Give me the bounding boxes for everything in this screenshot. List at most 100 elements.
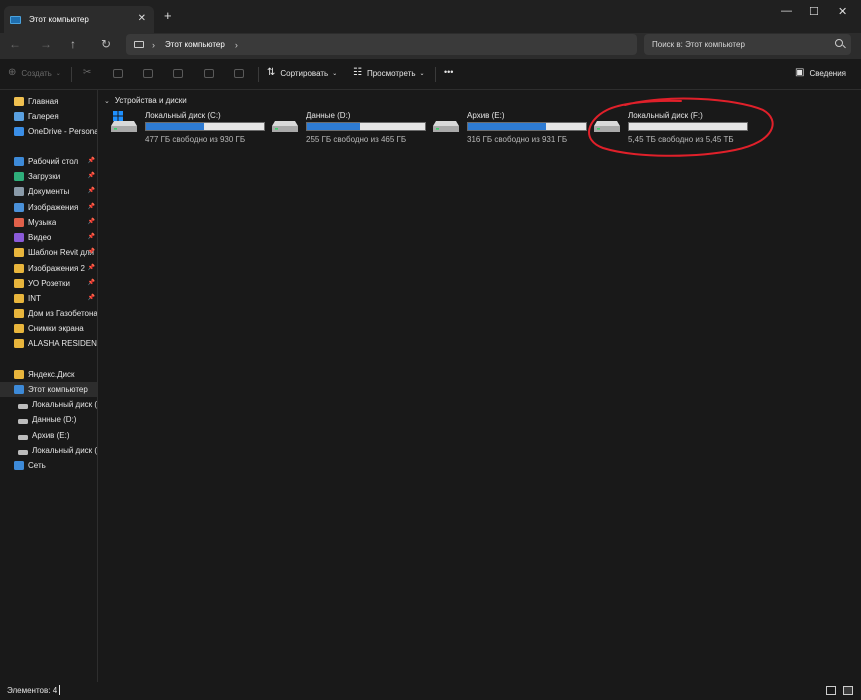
view-icon: ☷ [353, 67, 362, 78]
drive-icon [18, 403, 28, 409]
drive-icon [18, 418, 28, 424]
sidebar-item-label: Шаблон Revit для [28, 248, 94, 257]
sidebar-item[interactable]: Локальный диск (F [0, 443, 98, 458]
forward-button[interactable]: → [40, 37, 52, 51]
pin-icon: 📌 [87, 158, 95, 164]
sidebar-item[interactable]: Яндекс.Диск [0, 367, 97, 382]
minimize-button[interactable]: — [781, 5, 792, 17]
drive-tile[interactable]: Локальный диск (C:) 477 ГБ свободно из 93… [101, 110, 265, 146]
sidebar-item[interactable]: Снимки экрана [0, 321, 97, 336]
sidebar-item-label: ALASHA RESIDENSE [28, 339, 97, 348]
maximize-button[interactable]: ☐ [809, 5, 819, 18]
pin-icon: 📌 [87, 234, 95, 240]
drive-name: Данные (D:) [306, 111, 351, 120]
chevron-right-icon[interactable]: › [235, 40, 238, 50]
sidebar-item[interactable]: Изображения 📌 [0, 200, 97, 215]
sidebar-item[interactable]: Данные (D:) [0, 412, 97, 427]
drive-usage-fill [468, 123, 546, 130]
sidebar-item[interactable]: Изображения 2 📌 [0, 261, 97, 276]
sidebar-item[interactable]: INT 📌 [0, 291, 97, 306]
tiles-view-button[interactable] [843, 686, 853, 695]
hard-drive-icon [433, 121, 459, 132]
sidebar-item[interactable]: Видео 📌 [0, 230, 97, 245]
view-button[interactable]: ☷ Просмотреть ⌄ [353, 68, 425, 78]
sidebar-item[interactable]: Загрузки 📌 [0, 169, 97, 184]
breadcrumb-this-pc[interactable]: Этот компьютер [165, 40, 225, 49]
search-placeholder: Поиск в: Этот компьютер [652, 40, 745, 49]
download-icon [14, 172, 24, 181]
navigation-pane: Главная Галерея OneDrive - Personal Рабочий… [0, 90, 98, 682]
computer-icon [14, 385, 24, 394]
drive-tile[interactable]: Архив (E:) 316 ГБ свободно из 931 ГБ [423, 110, 587, 146]
pin-icon: 📌 [87, 188, 95, 194]
sidebar-item-label: OneDrive - Personal [28, 127, 98, 136]
sort-icon: ⇅ [267, 67, 276, 78]
details-button[interactable]: ▣ Сведения [795, 68, 846, 78]
drive-free-space: 477 ГБ свободно из 930 ГБ [145, 135, 246, 144]
share-button[interactable] [204, 69, 214, 78]
toolbar-divider [435, 67, 436, 82]
search-input[interactable]: Поиск в: Этот компьютер [644, 34, 851, 55]
sidebar-item-label: Данные (D:) [32, 415, 77, 424]
sidebar-item[interactable]: Музыка 📌 [0, 215, 97, 230]
sidebar-item[interactable]: Дом из Газобетона [0, 306, 97, 321]
cut-button[interactable]: ✂ [83, 68, 96, 78]
share-icon [204, 69, 214, 78]
chevron-right-icon[interactable]: › [152, 40, 155, 50]
sidebar-item[interactable]: Шаблон Revit для 📌 [0, 245, 97, 260]
sidebar-item[interactable]: Галерея [0, 109, 97, 124]
more-options-button[interactable]: ••• [444, 67, 453, 77]
sidebar-item[interactable]: Этот компьютер [0, 382, 97, 397]
toolbar-divider [71, 67, 72, 82]
pin-icon: 📌 [87, 219, 95, 225]
copy-button[interactable] [113, 69, 123, 78]
chevron-down-icon: ⌄ [104, 97, 110, 105]
gallery-icon [14, 112, 24, 121]
refresh-button[interactable]: ↻ [101, 37, 111, 51]
sidebar-item[interactable]: Рабочий стол 📌 [0, 154, 97, 169]
sidebar-item[interactable]: Документы 📌 [0, 184, 97, 199]
details-view-button[interactable] [826, 686, 836, 695]
pin-icon: 📌 [87, 249, 95, 255]
drive-tile[interactable]: Данные (D:) 255 ГБ свободно из 465 ГБ [262, 110, 426, 146]
sort-button[interactable]: ⇅ Сортировать ⌄ [267, 68, 337, 78]
rename-icon [173, 69, 183, 78]
sidebar-item[interactable]: УО Розетки 📌 [0, 276, 97, 291]
drive-usage-fill [146, 123, 204, 130]
up-button[interactable]: ↑ [70, 37, 76, 51]
content-area: ⌄ Устройства и диски Локальный диск (C:)… [99, 90, 861, 682]
sidebar-item-label: Изображения [28, 203, 79, 212]
sidebar-item[interactable]: Главная [0, 94, 97, 109]
close-window-button[interactable]: ✕ [838, 5, 847, 18]
sidebar-item-label: Снимки экрана [28, 324, 84, 333]
navigation-bar: ← → ↑ ↻ › Этот компьютер › Поиск в: Этот… [0, 33, 861, 59]
file-explorer-window: Этот компьютер ✕ + — ☐ ✕ ← → ↑ ↻ › Этот … [0, 0, 861, 700]
rename-button[interactable] [173, 69, 183, 78]
paste-button[interactable] [143, 69, 153, 78]
network-icon [14, 461, 24, 470]
pin-icon: 📌 [87, 295, 95, 301]
delete-button[interactable] [234, 69, 244, 78]
tab-this-pc[interactable]: Этот компьютер ✕ [4, 6, 154, 33]
sidebar-item-label: Локальный диск (F [32, 446, 98, 455]
sidebar-item-label: Локальный диск (C [32, 400, 98, 409]
sidebar-item[interactable]: ALASHA RESIDENSE [0, 336, 97, 351]
back-button[interactable]: ← [9, 37, 21, 51]
chevron-down-icon: ⌄ [332, 70, 338, 77]
folder-icon [14, 309, 24, 318]
address-bar[interactable]: › Этот компьютер › [126, 34, 637, 55]
close-tab-icon[interactable]: ✕ [138, 13, 146, 24]
copy-icon [113, 69, 123, 78]
document-icon [14, 187, 24, 196]
sidebar-item[interactable]: Архив (E:) [0, 428, 97, 443]
search-icon [835, 39, 843, 47]
create-button[interactable]: ⊕ Создать ⌄ [8, 68, 61, 78]
sidebar-item[interactable]: Сеть [0, 458, 97, 473]
sidebar-item[interactable]: Локальный диск (C [0, 397, 98, 412]
section-header-devices[interactable]: ⌄ Устройства и диски [104, 96, 187, 105]
red-circle-annotation [588, 97, 774, 157]
section-title: Устройства и диски [114, 96, 187, 105]
sidebar-item[interactable]: OneDrive - Personal [0, 124, 98, 139]
new-tab-button[interactable]: + [164, 9, 172, 22]
drive-usage-bar [467, 122, 587, 131]
